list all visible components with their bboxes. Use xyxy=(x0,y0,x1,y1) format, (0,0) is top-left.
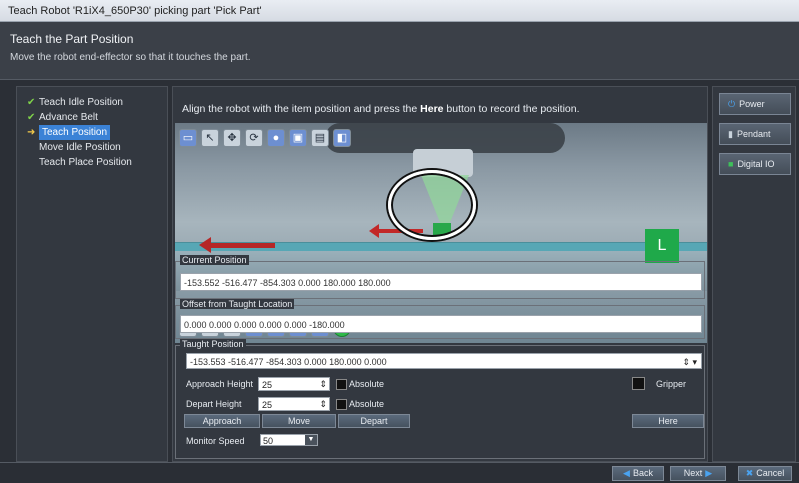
approach-height-label: Approach Height xyxy=(186,379,254,389)
power-icon: ⏻ xyxy=(728,99,736,109)
approach-button[interactable]: Approach xyxy=(184,414,260,428)
step-teach-position[interactable]: ➜ Teach Position xyxy=(27,125,167,140)
gripper-label: Gripper xyxy=(656,379,687,389)
spin-icon[interactable]: ⇕ xyxy=(319,397,327,411)
here-button[interactable]: Here xyxy=(632,414,704,428)
view-toolbar: ▭ ↖ ✥ ⟳ ● ▣ ▤ ◧ xyxy=(179,129,351,147)
io-icon: ■ xyxy=(728,159,734,169)
depart-height-input[interactable]: 25 ⇕ xyxy=(258,397,330,411)
absolute-label: Absolute xyxy=(349,379,385,389)
page-subtitle: Move the robot end-effector so that it t… xyxy=(10,52,251,63)
monitor-speed-select[interactable]: 50 ▼ xyxy=(260,434,318,446)
instruction-text: Align the robot with the item position a… xyxy=(182,103,580,115)
spin-icon[interactable]: ⇕ xyxy=(319,377,327,391)
approach-height-input[interactable]: 25 ⇕ xyxy=(258,377,330,391)
sphere-icon[interactable]: ● xyxy=(267,129,285,147)
latch-marker: L xyxy=(645,229,679,263)
check-icon: ✔ xyxy=(27,97,36,108)
approach-absolute-checkbox[interactable] xyxy=(336,379,347,390)
power-button[interactable]: ⏻ Power xyxy=(719,93,791,115)
pendant-button[interactable]: ▮ Pendant xyxy=(719,123,791,145)
page-title: Teach the Part Position xyxy=(10,32,134,46)
next-button[interactable]: Next ▶ xyxy=(670,466,726,481)
step-advance-belt[interactable]: ✔ Advance Belt xyxy=(27,110,167,125)
taught-position-select[interactable]: -153.553 -516.477 -854.303 0.000 180.000… xyxy=(186,353,702,369)
digital-io-button[interactable]: ■ Digital IO xyxy=(719,153,791,175)
arrow-right-icon: ➜ xyxy=(27,127,36,138)
pan-icon[interactable]: ✥ xyxy=(223,129,241,147)
wizard-header: Teach the Part Position Move the robot e… xyxy=(0,22,799,80)
offset-group: Offset from Taught Location 0.000 0.000 … xyxy=(175,299,705,339)
view-top-icon[interactable]: ▭ xyxy=(179,129,197,147)
depart-button[interactable]: Depart xyxy=(338,414,410,428)
cube-icon[interactable]: ▣ xyxy=(289,129,307,147)
monitor-speed-label: Monitor Speed xyxy=(186,436,245,446)
current-position-field[interactable]: -153.552 -516.477 -854.303 0.000 180.000… xyxy=(180,273,702,291)
rotate-icon[interactable]: ⟳ xyxy=(245,129,263,147)
pendant-icon: ▮ xyxy=(728,129,733,139)
step-move-idle-position[interactable]: Move Idle Position xyxy=(27,140,167,155)
check-icon: ✔ xyxy=(27,112,36,123)
footer-bar: ◀ Back Next ▶ ✖ Cancel xyxy=(0,462,799,483)
step-teach-idle-position[interactable]: ✔ Teach Idle Position xyxy=(27,95,167,110)
absolute-label: Absolute xyxy=(349,399,385,409)
offset-field[interactable]: 0.000 0.000 0.000 0.000 0.000 -180.000 xyxy=(180,315,702,333)
next-arrow-icon: ▶ xyxy=(705,468,713,478)
document-icon[interactable]: ▤ xyxy=(311,129,329,147)
side-panel: ⏻ Power ▮ Pendant ■ Digital IO xyxy=(712,86,796,462)
depart-height-label: Depart Height xyxy=(186,399,242,409)
depart-absolute-checkbox[interactable] xyxy=(336,399,347,410)
gripper-toggle[interactable] xyxy=(632,377,645,390)
belt-direction-arrow xyxy=(199,237,275,253)
current-position-group: Current Position -153.552 -516.477 -854.… xyxy=(175,255,705,299)
camera-icon[interactable]: ◧ xyxy=(333,129,351,147)
back-button[interactable]: ◀ Back xyxy=(612,466,664,481)
cancel-icon: ✖ xyxy=(745,468,754,478)
spin-dropdown-icon[interactable]: ⇕ ▾ xyxy=(682,354,697,370)
highlight-circle xyxy=(388,170,476,240)
taught-position-group: Taught Position -153.553 -516.477 -854.3… xyxy=(175,339,705,459)
cancel-button[interactable]: ✖ Cancel xyxy=(738,466,792,481)
chevron-down-icon: ▼ xyxy=(305,435,317,445)
step-teach-place-position[interactable]: Teach Place Position xyxy=(27,155,167,170)
steps-panel: ✔ Teach Idle Position ✔ Advance Belt ➜ T… xyxy=(16,86,168,462)
move-button[interactable]: Move xyxy=(262,414,336,428)
select-pointer-icon[interactable]: ↖ xyxy=(201,129,219,147)
window-title: Teach Robot 'R1iX4_650P30' picking part … xyxy=(0,0,799,22)
main-panel: Align the robot with the item position a… xyxy=(172,86,708,462)
back-arrow-icon: ◀ xyxy=(623,468,630,478)
